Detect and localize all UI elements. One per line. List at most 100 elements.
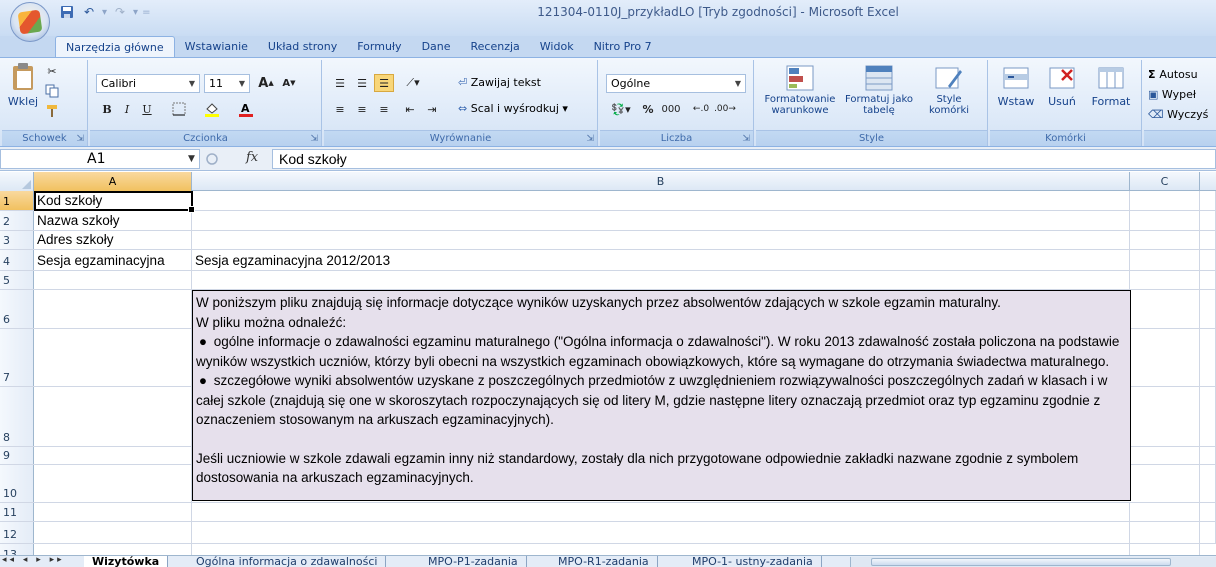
- cell-c6[interactable]: [1130, 290, 1200, 328]
- borders-icon[interactable]: [166, 100, 192, 118]
- cell-d5[interactable]: [1200, 271, 1216, 289]
- cell-b5[interactable]: [192, 271, 1130, 289]
- format-painter-icon[interactable]: [42, 102, 62, 120]
- cell-c2[interactable]: [1130, 211, 1200, 230]
- tab-data[interactable]: Dane: [412, 36, 461, 58]
- cell-d8[interactable]: [1200, 387, 1216, 446]
- sheet-navigation-arrows[interactable]: ◂◂ ◂ ▸ ▸▸: [2, 556, 65, 565]
- column-header-c[interactable]: C: [1130, 172, 1200, 191]
- cell-c11[interactable]: [1130, 503, 1200, 521]
- name-box-dropdown-icon[interactable]: ▼: [188, 154, 195, 164]
- cell-d11[interactable]: [1200, 503, 1216, 521]
- cell-a2[interactable]: Nazwa szkoły: [34, 211, 192, 230]
- cell-a5[interactable]: [34, 271, 192, 289]
- fill-color-icon[interactable]: [198, 100, 226, 118]
- cell-a6[interactable]: [34, 290, 192, 328]
- row-header[interactable]: 11: [0, 503, 34, 521]
- cell-b2[interactable]: [192, 211, 1130, 230]
- tab-page-layout[interactable]: Układ strony: [258, 36, 347, 58]
- sheet-tab-mpo-1-ustny[interactable]: MPO-1- ustny-zadania: [684, 556, 822, 567]
- underline-button[interactable]: U: [138, 100, 156, 118]
- column-header-b[interactable]: B: [192, 172, 1130, 191]
- row-header[interactable]: 3: [0, 231, 34, 249]
- number-format-select[interactable]: Ogólne ▼: [606, 74, 746, 93]
- wrap-text-button[interactable]: ⏎ Zawijaj tekst: [458, 76, 541, 89]
- cell-a4[interactable]: Sesja egzaminacyjna: [34, 250, 192, 270]
- office-button[interactable]: [10, 2, 50, 42]
- decrease-decimal-icon[interactable]: .00→: [714, 100, 736, 118]
- align-left-icon[interactable]: ≡: [330, 100, 350, 118]
- delete-cells-button[interactable]: Usuń: [1042, 64, 1082, 108]
- cell-b3[interactable]: [192, 231, 1130, 249]
- row-header[interactable]: 12: [0, 522, 34, 543]
- tab-home[interactable]: Narzędzia główne: [55, 36, 175, 58]
- select-all-button[interactable]: [0, 172, 34, 191]
- format-as-table-button[interactable]: Formatuj jako tabelę: [844, 64, 914, 116]
- merge-center-button[interactable]: ⇔ Scal i wyśrodkuj ▾: [458, 102, 568, 115]
- cell-d10[interactable]: [1200, 465, 1216, 502]
- align-top-icon[interactable]: ☰: [330, 74, 350, 92]
- cell-d2[interactable]: [1200, 211, 1216, 230]
- cell-d7[interactable]: [1200, 329, 1216, 386]
- cell-a7[interactable]: [34, 329, 192, 386]
- percent-button[interactable]: %: [640, 100, 656, 118]
- number-launcher-icon[interactable]: ⇲: [742, 134, 750, 144]
- tab-nitro[interactable]: Nitro Pro 7: [584, 36, 662, 58]
- horizontal-scrollbar[interactable]: [850, 557, 1216, 567]
- sheet-tab-mpo-r1[interactable]: MPO-R1-zadania: [550, 556, 658, 567]
- cell-c4[interactable]: [1130, 250, 1200, 270]
- align-middle-icon[interactable]: ☰: [352, 74, 372, 92]
- cell-d9[interactable]: [1200, 447, 1216, 464]
- sheet-tab-ogolna-informacja[interactable]: Ogólna informacja o zdawalności: [188, 556, 387, 567]
- cell-c1[interactable]: [1130, 191, 1200, 210]
- cell-a12[interactable]: [34, 522, 192, 543]
- tab-insert[interactable]: Wstawianie: [175, 36, 258, 58]
- cell-c9[interactable]: [1130, 447, 1200, 464]
- tab-review[interactable]: Recenzja: [461, 36, 530, 58]
- formula-input[interactable]: Kod szkoły: [272, 149, 1216, 169]
- cut-icon[interactable]: ✂: [42, 62, 62, 80]
- column-header-d[interactable]: [1200, 172, 1216, 191]
- scrollbar-thumb[interactable]: [871, 558, 1171, 566]
- cell-a1[interactable]: Kod szkoły: [34, 191, 192, 210]
- sheet-tab-wizytowka[interactable]: Wizytówka: [84, 556, 169, 567]
- conditional-formatting-button[interactable]: Formatowanie warunkowe: [760, 64, 840, 116]
- font-name-select[interactable]: Calibri ▼: [96, 74, 200, 93]
- tab-formulas[interactable]: Formuły: [347, 36, 411, 58]
- paste-button[interactable]: Wklej: [6, 62, 40, 108]
- cell-c12[interactable]: [1130, 522, 1200, 543]
- increase-indent-icon[interactable]: ⇥: [422, 100, 442, 118]
- orientation-icon[interactable]: ⟋▾: [400, 74, 426, 92]
- cell-c10[interactable]: [1130, 465, 1200, 502]
- row-header[interactable]: 8: [0, 387, 34, 446]
- row-header[interactable]: 6: [0, 290, 34, 328]
- cell-c8[interactable]: [1130, 387, 1200, 446]
- cell-a3[interactable]: Adres szkoły: [34, 231, 192, 249]
- italic-button[interactable]: I: [118, 100, 136, 118]
- insert-cells-button[interactable]: Wstaw: [994, 64, 1038, 108]
- name-box[interactable]: A1: [0, 149, 200, 169]
- row-header[interactable]: 1: [0, 191, 34, 210]
- tab-view[interactable]: Widok: [530, 36, 584, 58]
- grow-font-button[interactable]: A ▲: [256, 74, 276, 92]
- cell-a11[interactable]: [34, 503, 192, 521]
- thousands-button[interactable]: 000: [658, 100, 684, 118]
- cell-a9[interactable]: [34, 447, 192, 464]
- row-header[interactable]: 2: [0, 211, 34, 230]
- alignment-launcher-icon[interactable]: ⇲: [586, 134, 594, 144]
- copy-icon[interactable]: [42, 82, 62, 100]
- cell-c7[interactable]: [1130, 329, 1200, 386]
- cell-a8[interactable]: [34, 387, 192, 446]
- sheet-tab-mpo-p1[interactable]: MPO-P1-zadania: [420, 556, 527, 567]
- cell-c5[interactable]: [1130, 271, 1200, 289]
- row-header[interactable]: 5: [0, 271, 34, 289]
- cell-d3[interactable]: [1200, 231, 1216, 249]
- cell-a13[interactable]: [34, 544, 192, 555]
- currency-icon[interactable]: 💱▾: [606, 100, 636, 118]
- insert-function-button[interactable]: fx: [246, 150, 258, 165]
- cell-d12[interactable]: [1200, 522, 1216, 543]
- cell-a10[interactable]: [34, 465, 192, 502]
- shrink-font-button[interactable]: A ▼: [280, 74, 298, 92]
- cell-b11[interactable]: [192, 503, 1130, 521]
- font-color-icon[interactable]: A: [232, 100, 260, 118]
